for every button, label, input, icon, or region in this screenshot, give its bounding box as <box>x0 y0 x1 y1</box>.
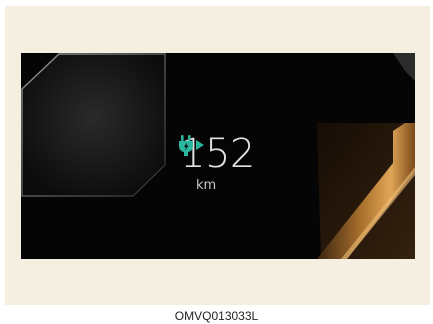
manual-figure: 152 km OMVQ013033L <box>0 0 433 324</box>
range-readout: 152 <box>177 131 287 177</box>
cluster-display: 152 km <box>21 53 415 259</box>
ev-plug-charging-icon <box>179 135 204 156</box>
figure-caption: OMVQ013033L <box>174 309 259 323</box>
range-unit: km <box>196 178 217 193</box>
corner-trim <box>393 53 415 81</box>
range-panel <box>21 53 166 197</box>
